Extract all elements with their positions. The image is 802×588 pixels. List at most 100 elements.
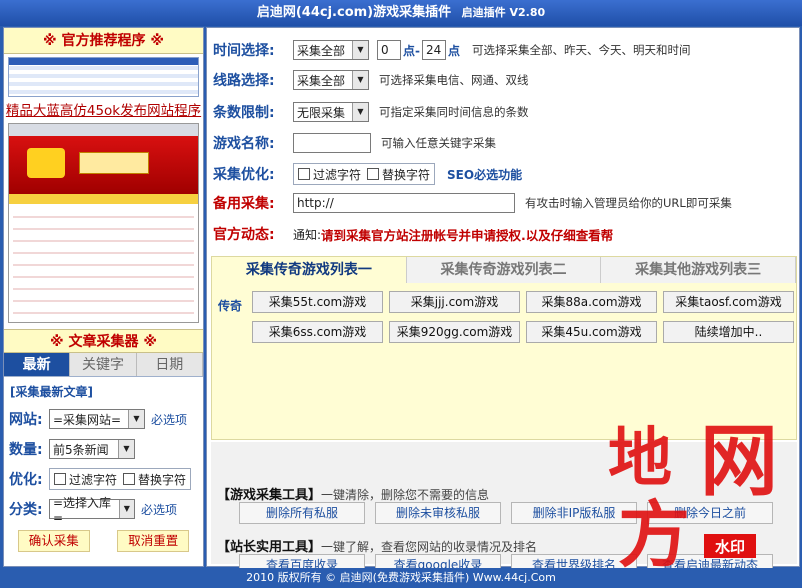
- route-select[interactable]: 采集全部 ▼: [293, 70, 369, 90]
- limit-select[interactable]: 无限采集 ▼: [293, 102, 369, 122]
- main-panel: 时间选择: 采集全部 ▼ 0 点- 24 点 可选择采集全部、昨天、今天、明天和时…: [206, 27, 800, 576]
- official-label: 官方动态:: [213, 227, 275, 243]
- replace-chars-checkbox-main[interactable]: 替换字符: [367, 166, 430, 183]
- game-tools-title: 【游戏采集工具】: [217, 488, 322, 503]
- tab-latest[interactable]: 最新: [4, 353, 71, 376]
- route-row: 线路选择: 采集全部 ▼ 可选择采集电信、网通、双线: [213, 70, 529, 90]
- count-row: 数量: 前5条新闻 ▼: [4, 434, 203, 464]
- time-to-unit: 点: [447, 43, 460, 58]
- game-name-hint: 可输入任意关键字采集: [381, 136, 496, 150]
- collect-taosf-button[interactable]: 采集taosf.com游戏: [663, 291, 794, 313]
- collect-optimize-row: 采集优化: 过滤字符 替换字符 SEO必选功能: [213, 163, 522, 185]
- route-label: 线路选择:: [213, 73, 275, 89]
- promo-header: ※ 官方推荐程序 ※: [4, 28, 203, 54]
- time-row: 时间选择: 采集全部 ▼ 0 点- 24 点 可选择采集全部、昨天、今天、明天和时…: [213, 40, 691, 60]
- filter-chars-checkbox-main[interactable]: 过滤字符: [298, 166, 361, 183]
- site-tools-heading: 【站长实用工具】一键了解，查看您网站的收录情况及排名: [217, 536, 537, 555]
- time-label: 时间选择:: [213, 43, 275, 59]
- site-select[interactable]: =采集网站= ▼: [49, 409, 145, 429]
- collect-jjj-button[interactable]: 采集jjj.com游戏: [389, 291, 520, 313]
- tab-legend-list-2[interactable]: 采集传奇游戏列表二: [407, 257, 602, 283]
- game-source-grid: 采集55t.com游戏 采集jjj.com游戏 采集88a.com游戏 采集ta…: [252, 291, 794, 343]
- game-name-label: 游戏名称:: [213, 136, 275, 152]
- limit-hint: 可指定采集同时间信息的条数: [379, 105, 529, 119]
- game-tools-buttons: 删除所有私服 删除未审核私服 删除非IP版私服 删除今日之前: [239, 502, 773, 524]
- collect-6ss-button[interactable]: 采集6ss.com游戏: [252, 321, 383, 343]
- backup-hint: 有攻击时输入管理员给你的URL即可采集: [525, 196, 732, 210]
- article-tabs: 最新 关键字 日期: [4, 353, 203, 377]
- category-row: 分类: =选择入库= ▼ 必选项: [4, 494, 203, 525]
- more-coming-button[interactable]: 陆续增加中..: [663, 321, 794, 343]
- delete-before-today-button[interactable]: 删除今日之前: [647, 502, 773, 524]
- replace-chars-checkbox[interactable]: 替换字符: [123, 471, 186, 488]
- collect-45u-button[interactable]: 采集45u.com游戏: [526, 321, 657, 343]
- legend-row-label: 传奇: [218, 299, 243, 313]
- footer-copyright: 2010 版权所有 © 启迪网(免费游戏采集插件) Www.44cj.Com: [0, 568, 802, 588]
- site-tools-title: 【站长实用工具】: [217, 540, 322, 555]
- official-row: 官方动态: 通知: 请到采集官方站注册帐号并申请授权.以及仔细查看帮: [213, 224, 613, 244]
- official-notice: 请到采集官方站注册帐号并申请授权.以及仔细查看帮: [321, 227, 614, 243]
- delete-unreviewed-button[interactable]: 删除未审核私服: [375, 502, 501, 524]
- game-name-row: 游戏名称: 可输入任意关键字采集: [213, 133, 496, 153]
- category-select[interactable]: =选择入库= ▼: [49, 496, 135, 525]
- category-required-hint: 必选项: [141, 502, 178, 517]
- promo-link[interactable]: 精品大蓝高仿45ok发布网站程序: [4, 99, 203, 119]
- time-hint: 可选择采集全部、昨天、今天、明天和时间: [472, 43, 691, 57]
- route-hint: 可选择采集电信、网通、双线: [379, 73, 529, 87]
- backup-label: 备用采集:: [213, 196, 275, 212]
- tab-legend-list-1[interactable]: 采集传奇游戏列表一: [212, 257, 407, 283]
- article-buttons: 确认采集 取消重置: [4, 530, 203, 552]
- promo-thumbnail-large[interactable]: [8, 123, 199, 323]
- game-tools-heading: 【游戏采集工具】一键清除，删除您不需要的信息: [217, 484, 489, 503]
- site-label: 网站:: [9, 412, 43, 428]
- chevron-down-icon: ▼: [118, 500, 134, 518]
- optimize-label: 优化:: [9, 472, 43, 488]
- collect-88a-button[interactable]: 采集88a.com游戏: [526, 291, 657, 313]
- site-tools-buttons: 查看百度收录 查看google收录 查看世界级排名 查看启迪最新动态: [239, 554, 773, 576]
- filter-chars-checkbox[interactable]: 过滤字符: [54, 471, 117, 488]
- chevron-down-icon: ▼: [352, 41, 368, 59]
- count-label: 数量:: [9, 442, 43, 458]
- optimize-options: 过滤字符 替换字符: [49, 468, 192, 490]
- cancel-reset-button[interactable]: 取消重置: [117, 530, 190, 552]
- promo-thumbnail-small[interactable]: [8, 57, 199, 97]
- article-subheading: [采集最新文章]: [10, 385, 93, 399]
- title-bar: 启迪网(44cj.com)游戏采集插件 启迪插件 V2.80: [0, 0, 802, 26]
- game-list-tabs: 采集传奇游戏列表一 采集传奇游戏列表二 采集其他游戏列表三: [212, 257, 797, 283]
- game-name-input[interactable]: [293, 133, 371, 153]
- collect-920gg-button[interactable]: 采集920gg.com游戏: [389, 321, 520, 343]
- count-select[interactable]: 前5条新闻 ▼: [49, 439, 135, 459]
- category-label: 分类:: [9, 502, 43, 518]
- chevron-down-icon: ▼: [352, 71, 368, 89]
- time-select[interactable]: 采集全部 ▼: [293, 40, 369, 60]
- delete-all-servers-button[interactable]: 删除所有私服: [239, 502, 365, 524]
- optimize-row: 优化: 过滤字符 替换字符: [4, 464, 203, 494]
- delete-non-ip-button[interactable]: 删除非IP版私服: [511, 502, 637, 524]
- site-tools-desc: 一键了解，查看您网站的收录情况及排名: [321, 540, 538, 554]
- time-from-input[interactable]: 0: [377, 40, 401, 60]
- tab-other-list-3[interactable]: 采集其他游戏列表三: [601, 257, 797, 283]
- tools-section: 【游戏采集工具】一键清除，删除您不需要的信息 删除所有私服 删除未审核私服 删除…: [211, 442, 797, 576]
- game-tools-desc: 一键清除，删除您不需要的信息: [321, 488, 490, 502]
- collect-55t-button[interactable]: 采集55t.com游戏: [252, 291, 383, 313]
- tab-date[interactable]: 日期: [136, 353, 203, 376]
- backup-row: 备用采集: http:// 有攻击时输入管理员给你的URL即可采集: [213, 193, 732, 213]
- left-sidebar: ※ 官方推荐程序 ※ 精品大蓝高仿45ok发布网站程序 ※ 文章采集器 ※ 最新…: [3, 27, 204, 567]
- seo-required-label: SEO必选功能: [447, 167, 523, 182]
- limit-label: 条数限制:: [213, 105, 275, 121]
- backup-url-input[interactable]: http://: [293, 193, 515, 213]
- chevron-down-icon: ▼: [118, 440, 134, 458]
- game-list-panel: 采集传奇游戏列表一 采集传奇游戏列表二 采集其他游戏列表三 传奇 采集55t.c…: [211, 256, 797, 440]
- collect-optimize-options: 过滤字符 替换字符: [293, 163, 436, 185]
- article-collector-header: ※ 文章采集器 ※: [4, 329, 203, 353]
- chevron-down-icon: ▼: [128, 410, 144, 428]
- limit-row: 条数限制: 无限采集 ▼ 可指定采集同时间信息的条数: [213, 102, 529, 122]
- site-row: 网站: =采集网站= ▼ 必选项: [4, 404, 203, 434]
- version-label: 启迪插件 V2.80: [461, 6, 546, 19]
- time-from-unit: 点-: [403, 43, 420, 58]
- confirm-collect-button[interactable]: 确认采集: [17, 530, 90, 552]
- chevron-down-icon: ▼: [352, 103, 368, 121]
- time-to-input[interactable]: 24: [421, 40, 446, 60]
- tab-keyword[interactable]: 关键字: [70, 353, 137, 376]
- collect-optimize-label: 采集优化:: [213, 167, 275, 183]
